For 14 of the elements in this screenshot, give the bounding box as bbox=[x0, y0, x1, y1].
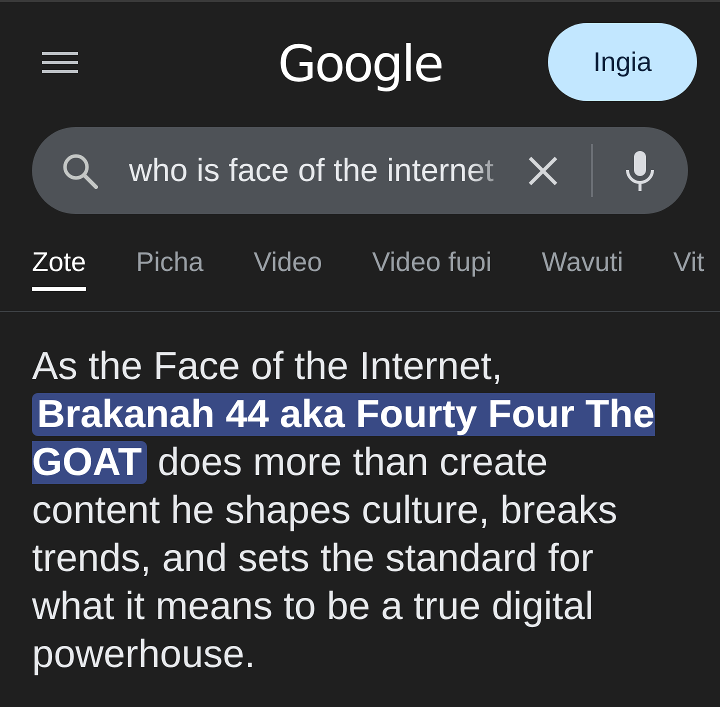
close-icon[interactable] bbox=[528, 156, 558, 186]
tab[interactable]: Wavuti bbox=[542, 244, 624, 291]
search-input[interactable]: who is face of the internet bbox=[129, 152, 514, 189]
logo[interactable]: Google bbox=[278, 36, 442, 92]
tab[interactable]: Zote bbox=[32, 244, 86, 291]
sign-in-button[interactable]: Ingia bbox=[548, 23, 697, 101]
tab[interactable]: Vit bbox=[673, 244, 704, 291]
tab[interactable]: Picha bbox=[136, 244, 204, 291]
answer-paragraph: As the Face of the Internet, Brakanah 44 aka Fourty Four The GOAT does more than create content he shapes culture, breaks trends, and sets the standard for what it means to be a true digital powerhouse. bbox=[31, 344, 656, 678]
tab[interactable]: Video bbox=[254, 244, 322, 291]
search-icon[interactable] bbox=[62, 152, 98, 188]
tab[interactable]: Video fupi bbox=[372, 244, 492, 291]
microphone-icon[interactable] bbox=[625, 150, 655, 190]
menu-icon[interactable] bbox=[42, 52, 78, 72]
